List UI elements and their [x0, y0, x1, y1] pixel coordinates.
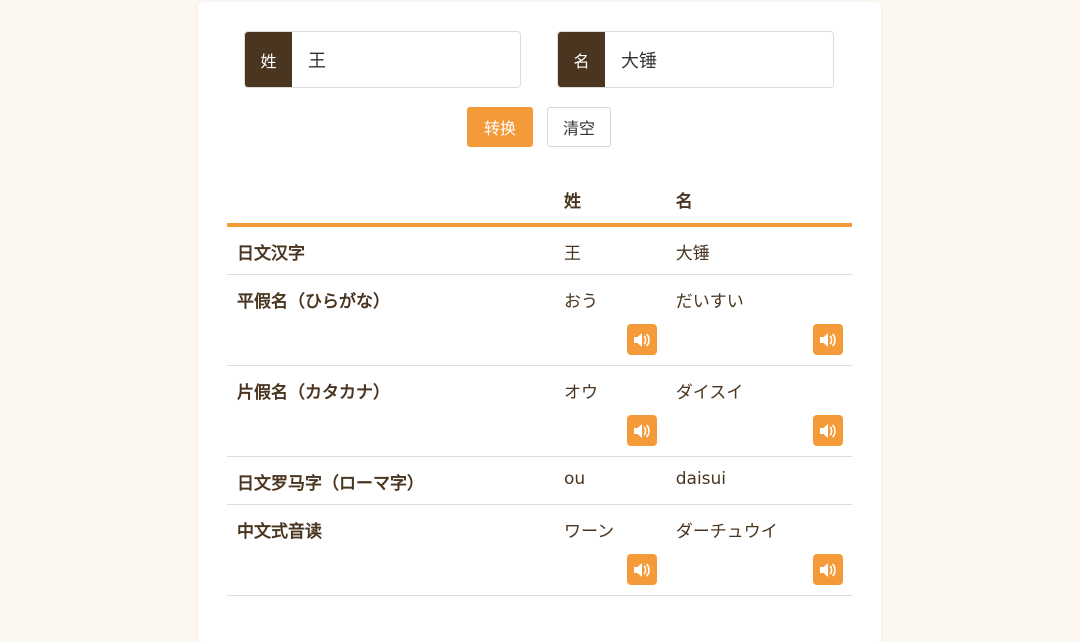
table-row-kanji: 日文汉字 王 大锤	[227, 225, 852, 275]
speaker-icon	[633, 332, 650, 347]
given-name-input-group: 名	[557, 31, 834, 88]
convert-button[interactable]: 转换	[467, 107, 533, 147]
given-name-cell: ダイスイ	[665, 365, 852, 457]
surname-cell: おう	[553, 274, 666, 366]
clear-button[interactable]: 清空	[547, 107, 611, 147]
given-name-reading: ダイスイ	[675, 383, 744, 403]
surname-reading: おう	[563, 292, 598, 312]
given-name-cell: 大锤	[665, 225, 852, 275]
speaker-icon	[820, 332, 836, 347]
row-label: 日文汉字	[227, 225, 554, 275]
given-name-reading: だいすい	[675, 292, 744, 312]
table-row-romaji: 日文罗马字（ローマ字） ou daisui	[227, 456, 852, 505]
given-name-cell: だいすい	[665, 274, 852, 366]
surname-cell: オウ	[553, 365, 666, 457]
speak-surname-button[interactable]	[626, 415, 657, 446]
given-name-cell: daisui	[665, 456, 852, 505]
given-name-addon: 名	[558, 32, 605, 87]
row-label: 平假名（ひらがな）	[227, 274, 554, 366]
table-row-chinese-reading: 中文式音读 ワーン ダーチュウイ	[227, 504, 852, 596]
speak-surname-button[interactable]	[626, 554, 657, 585]
header-label	[227, 175, 554, 227]
given-name-input[interactable]	[605, 32, 833, 87]
converter-card: 姓 名 转换 清空 姓 名 日文汉字 王 大锤 平假名（ひらがな）	[198, 2, 881, 642]
speak-given-name-button[interactable]	[813, 554, 843, 585]
table-header-row: 姓 名	[227, 175, 852, 227]
given-name-cell: ダーチュウイ	[665, 504, 852, 596]
surname-addon: 姓	[245, 32, 292, 87]
table-row-katakana: 片假名（カタカナ） オウ ダイスイ	[227, 365, 852, 457]
surname-reading: オウ	[563, 383, 598, 403]
row-label: 中文式音读	[227, 504, 554, 596]
surname-input[interactable]	[292, 32, 520, 87]
given-name-reading: ダーチュウイ	[675, 522, 778, 542]
header-surname: 姓	[553, 175, 666, 227]
header-given-name: 名	[665, 175, 852, 227]
surname-cell: ワーン	[553, 504, 666, 596]
surname-cell: ou	[553, 456, 666, 505]
row-label: 日文罗马字（ローマ字）	[227, 456, 554, 505]
speaker-icon	[820, 562, 836, 577]
surname-reading: ワーン	[563, 522, 615, 542]
speaker-icon	[820, 423, 836, 438]
speaker-icon	[633, 423, 650, 438]
table-row-hiragana: 平假名（ひらがな） おう だいすい	[227, 274, 852, 366]
result-table: 姓 名 日文汉字 王 大锤 平假名（ひらがな） おう だいすい 片假名（カタカナ…	[227, 175, 852, 596]
speaker-icon	[633, 562, 650, 577]
row-label: 片假名（カタカナ）	[227, 365, 554, 457]
speak-given-name-button[interactable]	[813, 324, 843, 355]
surname-cell: 王	[553, 225, 666, 275]
speak-surname-button[interactable]	[626, 324, 657, 355]
surname-input-group: 姓	[244, 31, 521, 88]
speak-given-name-button[interactable]	[813, 415, 843, 446]
